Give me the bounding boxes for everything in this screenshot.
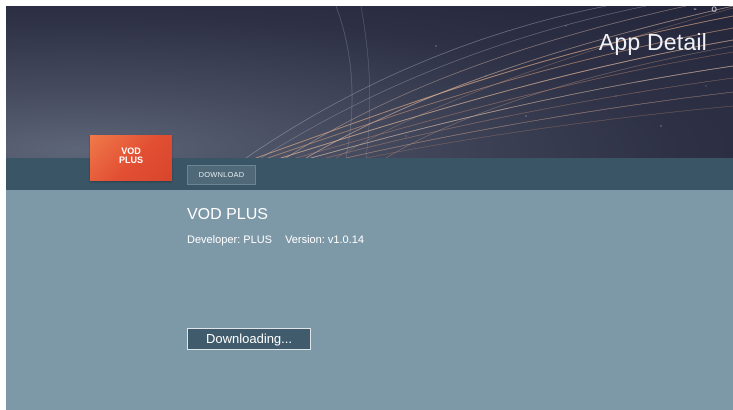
app-icon-label: VOD PLUS [118, 146, 143, 165]
downloading-button[interactable]: Downloading... [187, 328, 311, 350]
window-controls[interactable]: - o [693, 6, 723, 15]
version-label: Version: v1.0.14 [285, 234, 364, 246]
developer-label: Developer: PLUS [187, 234, 272, 246]
app-name: VOD PLUS [187, 206, 268, 223]
app-detail-screen: - o App Detail DOWNLOAD VOD PLUS VOD PLU… [6, 6, 733, 410]
page-title: App Detail [598, 29, 707, 55]
tab-download[interactable]: DOWNLOAD [187, 165, 256, 185]
app-meta: Developer: PLUS Version: v1.0.14 [187, 234, 364, 246]
app-icon: VOD PLUS [90, 135, 172, 181]
app-info-panel: VOD PLUS Developer: PLUS Version: v1.0.1… [6, 190, 733, 410]
